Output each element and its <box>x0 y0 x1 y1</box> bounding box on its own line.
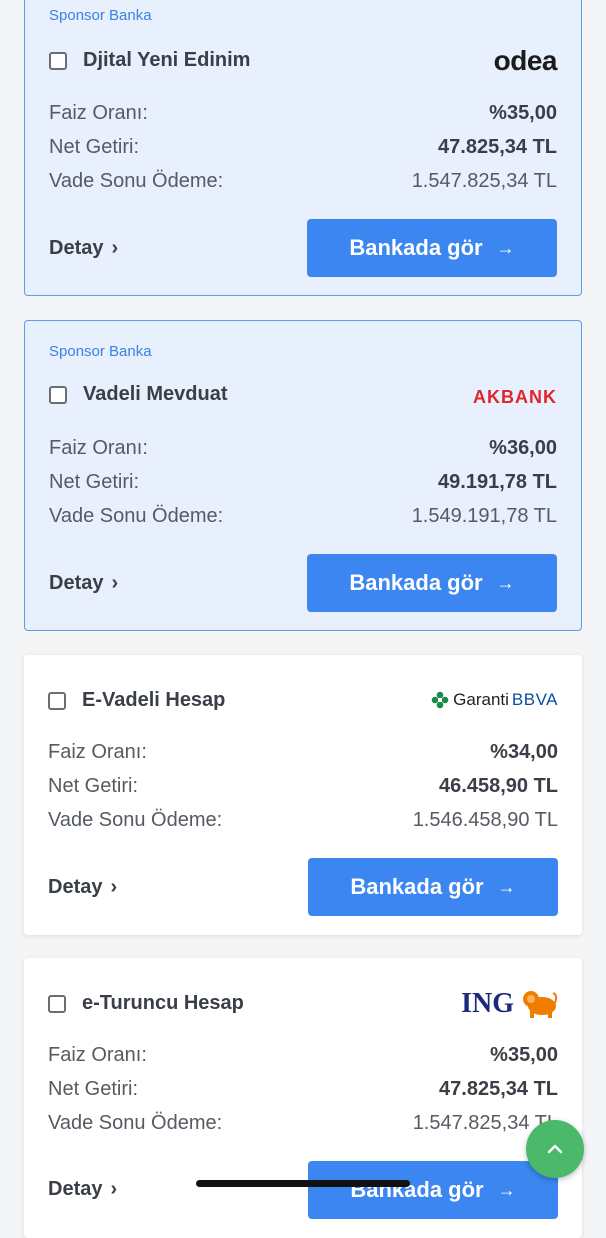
net-return-label: Net Getiri: <box>49 470 140 493</box>
maturity-payment-value: 1.549.191,78 TL <box>411 504 557 527</box>
bank-logo: ING <box>461 986 558 1022</box>
maturity-payment-value: 1.546.458,90 TL <box>412 808 558 831</box>
detail-label: Detay <box>48 1178 103 1200</box>
net-return-label: Net Getiri: <box>48 774 139 797</box>
sponsor-label: Sponsor Banka <box>49 7 152 24</box>
maturity-payment-label: Vade Sonu Ödeme: <box>48 808 223 831</box>
garanti-clover-icon <box>431 691 449 709</box>
maturity-payment-label: Vade Sonu Ödeme: <box>48 1111 223 1134</box>
product-title-row: Vadeli Mevduat <box>49 383 228 406</box>
product-name: E-Vadeli Hesap <box>82 689 226 711</box>
product-title-row: Djital Yeni Edinim <box>49 49 250 72</box>
net-return-label: Net Getiri: <box>49 135 140 158</box>
sponsor-label: Sponsor Banka <box>49 343 152 360</box>
rate-details: Faiz Oranı: %34,00 Net Getiri: 46.458,90… <box>48 735 558 837</box>
interest-rate-value: %34,00 <box>490 740 558 763</box>
deposit-offer-card: e-Turuncu Hesap ING Faiz Oranı: %35,00 N… <box>24 958 582 1238</box>
interest-rate-row: Faiz Oranı: %34,00 <box>48 735 558 769</box>
maturity-payment-row: Vade Sonu Ödeme: 1.547.825,34 TL <box>49 164 557 198</box>
detail-label: Detay <box>49 572 104 594</box>
detail-link[interactable]: Detay › <box>48 876 117 899</box>
net-return-value: 47.825,34 TL <box>439 1077 558 1100</box>
interest-rate-value: %35,00 <box>490 1043 558 1066</box>
odea-logo-text: odea <box>493 45 558 76</box>
rate-details: Faiz Oranı: %36,00 Net Getiri: 49.191,78… <box>49 431 557 533</box>
compare-checkbox[interactable] <box>48 691 66 710</box>
detail-label: Detay <box>48 876 103 898</box>
arrow-right-icon: → <box>497 876 516 897</box>
maturity-payment-row: Vade Sonu Ödeme: 1.547.825,34 TL <box>48 1106 558 1140</box>
interest-rate-label: Faiz Oranı: <box>48 740 147 763</box>
chevron-up-icon <box>547 1144 563 1154</box>
detail-link[interactable]: Detay › <box>49 572 118 595</box>
bank-logo: odea <box>493 43 558 79</box>
net-return-value: 49.191,78 TL <box>438 470 557 493</box>
detail-link[interactable]: Detay › <box>48 1178 117 1201</box>
maturity-payment-row: Vade Sonu Ödeme: 1.546.458,90 TL <box>48 803 558 837</box>
product-name: e-Turuncu Hesap <box>82 992 244 1014</box>
deposit-offer-card: Sponsor Banka Djital Yeni Edinim odea Fa… <box>24 0 582 296</box>
chevron-right-icon: › <box>110 1178 118 1200</box>
compare-checkbox[interactable] <box>48 994 66 1013</box>
interest-rate-value: %35,00 <box>489 101 557 124</box>
maturity-payment-row: Vade Sonu Ödeme: 1.549.191,78 TL <box>49 499 557 533</box>
interest-rate-row: Faiz Oranı: %36,00 <box>49 431 557 465</box>
product-name: Vadeli Mevduat <box>83 383 228 405</box>
chevron-right-icon: › <box>111 237 119 259</box>
chevron-right-icon: › <box>111 572 119 594</box>
maturity-payment-label: Vade Sonu Ödeme: <box>49 504 224 527</box>
akbank-logo-text: AKBANK <box>473 386 557 407</box>
go-to-bank-button[interactable]: Bankada gör → <box>307 554 557 612</box>
deposit-offer-card: Sponsor Banka Vadeli Mevduat AKBANK Faiz… <box>24 320 582 631</box>
go-to-bank-button[interactable]: Bankada gör → <box>307 219 557 277</box>
product-title-row: E-Vadeli Hesap <box>48 689 225 712</box>
arrow-right-icon: → <box>496 572 515 593</box>
detail-label: Detay <box>49 237 104 259</box>
scroll-to-top-button[interactable] <box>526 1120 584 1178</box>
arrow-right-icon: → <box>496 237 515 258</box>
net-return-row: Net Getiri: 49.191,78 TL <box>49 465 557 499</box>
maturity-payment-value: 1.547.825,34 TL <box>411 169 557 192</box>
chevron-right-icon: › <box>110 876 118 898</box>
go-to-bank-label: Bankada gör <box>349 235 483 260</box>
net-return-value: 46.458,90 TL <box>439 774 558 797</box>
detail-link[interactable]: Detay › <box>49 237 118 260</box>
interest-rate-row: Faiz Oranı: %35,00 <box>48 1038 558 1072</box>
interest-rate-label: Faiz Oranı: <box>48 1043 147 1066</box>
net-return-value: 47.825,34 TL <box>438 135 557 158</box>
ing-logo-text: ING <box>461 988 514 1019</box>
arrow-right-icon: → <box>497 1179 516 1200</box>
rate-details: Faiz Oranı: %35,00 Net Getiri: 47.825,34… <box>48 1038 558 1140</box>
net-return-row: Net Getiri: 47.825,34 TL <box>48 1072 558 1106</box>
garanti-logo-text: Garanti <box>453 690 509 709</box>
deposit-offer-card: E-Vadeli Hesap Garanti BBVA Faiz Oranı: … <box>24 655 582 935</box>
product-name: Djital Yeni Edinim <box>83 49 251 71</box>
rate-details: Faiz Oranı: %35,00 Net Getiri: 47.825,34… <box>49 96 557 198</box>
bank-logo: Garanti BBVA <box>431 685 558 715</box>
go-to-bank-button[interactable]: Bankada gör → <box>308 858 558 916</box>
interest-rate-label: Faiz Oranı: <box>49 101 148 124</box>
interest-rate-value: %36,00 <box>489 436 557 459</box>
go-to-bank-button[interactable]: Bankada gör → <box>308 1161 558 1219</box>
net-return-label: Net Getiri: <box>48 1077 139 1100</box>
bbva-logo-text: BBVA <box>511 690 558 709</box>
ing-lion-icon <box>523 991 558 1018</box>
bank-logo: AKBANK <box>473 379 557 415</box>
compare-checkbox[interactable] <box>49 385 67 404</box>
home-indicator[interactable] <box>196 1180 410 1187</box>
net-return-row: Net Getiri: 46.458,90 TL <box>48 769 558 803</box>
go-to-bank-label: Bankada gör <box>349 570 483 595</box>
net-return-row: Net Getiri: 47.825,34 TL <box>49 130 557 164</box>
product-title-row: e-Turuncu Hesap <box>48 992 244 1015</box>
interest-rate-row: Faiz Oranı: %35,00 <box>49 96 557 130</box>
interest-rate-label: Faiz Oranı: <box>49 436 148 459</box>
go-to-bank-label: Bankada gör <box>350 874 484 899</box>
compare-checkbox[interactable] <box>49 51 67 70</box>
maturity-payment-label: Vade Sonu Ödeme: <box>49 169 224 192</box>
